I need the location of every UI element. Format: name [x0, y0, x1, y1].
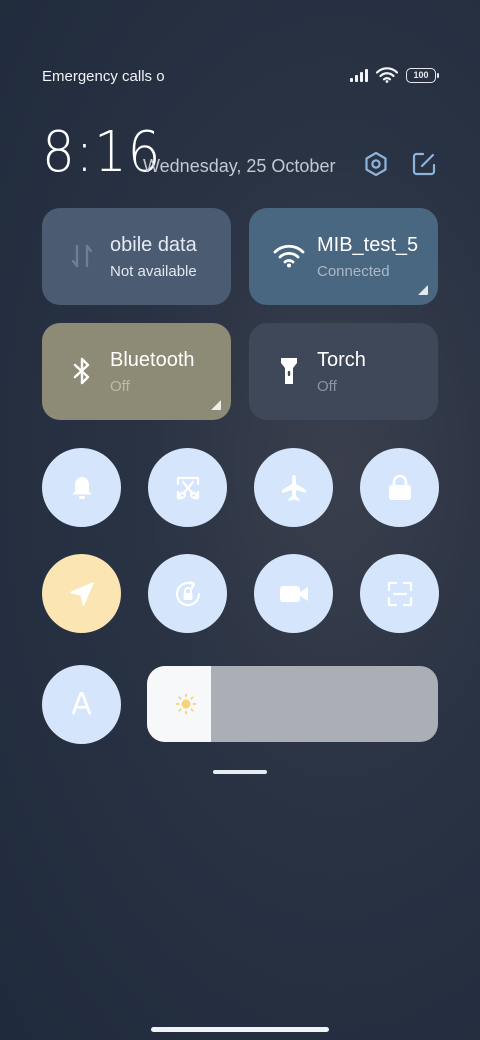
auto-brightness-toggle[interactable]: A	[42, 665, 121, 744]
silent-toggle[interactable]	[42, 448, 121, 527]
bluetooth-icon	[66, 355, 98, 387]
mobile-data-icon	[66, 240, 98, 272]
scanner-toggle[interactable]	[360, 554, 439, 633]
bell-icon	[72, 476, 91, 499]
location-icon	[69, 581, 94, 606]
screenshot-icon	[176, 476, 199, 499]
lock-icon	[388, 474, 411, 500]
torch-tile[interactable]: Torch Off	[249, 323, 438, 420]
home-indicator[interactable]	[151, 1027, 329, 1032]
brightness-slider[interactable]	[147, 666, 438, 742]
mobile-data-subtitle: Not available	[110, 263, 197, 280]
airplane-toggle[interactable]	[254, 448, 333, 527]
mobile-data-tile[interactable]: obile data Not available	[42, 208, 231, 305]
rotation-lock-toggle[interactable]	[148, 554, 227, 633]
signal-icon	[350, 68, 368, 82]
scanner-icon	[387, 581, 412, 606]
settings-icon[interactable]	[362, 150, 390, 178]
wifi-status: Connected	[317, 263, 390, 280]
location-toggle[interactable]	[42, 554, 121, 633]
date-text: Wednesday, 25 October	[143, 156, 336, 176]
wifi-network-name: MIB_test_5	[317, 234, 419, 256]
bluetooth-tile[interactable]: Bluetooth Off	[42, 323, 231, 420]
edit-icon[interactable]	[410, 150, 438, 178]
lock-screen-toggle[interactable]	[360, 448, 439, 527]
torch-title: Torch	[317, 349, 366, 371]
wifi-tile[interactable]: MIB_test_5 Connected	[249, 208, 438, 305]
status-icons: 100	[350, 67, 439, 83]
wifi-icon	[376, 67, 398, 83]
wifi-tile-icon	[273, 240, 305, 272]
torch-icon	[273, 355, 305, 387]
status-carrier-text: Emergency calls o	[42, 68, 164, 85]
status-bar: Emergency calls o 100	[42, 62, 439, 90]
rotation-lock-icon	[175, 580, 200, 606]
video-camera-icon	[279, 585, 308, 602]
bluetooth-status: Off	[110, 378, 130, 395]
torch-status: Off	[317, 378, 337, 395]
mobile-data-title: obile data	[110, 234, 197, 256]
bluetooth-expand-icon[interactable]	[211, 400, 221, 410]
battery-icon: 100	[406, 67, 439, 83]
sun-icon	[175, 693, 197, 715]
wifi-expand-icon[interactable]	[418, 285, 428, 295]
airplane-icon	[281, 474, 306, 501]
bluetooth-title: Bluetooth	[110, 349, 195, 371]
screenshot-toggle[interactable]	[148, 448, 227, 527]
panel-drag-handle[interactable]	[213, 770, 267, 774]
screen-recorder-toggle[interactable]	[254, 554, 333, 633]
